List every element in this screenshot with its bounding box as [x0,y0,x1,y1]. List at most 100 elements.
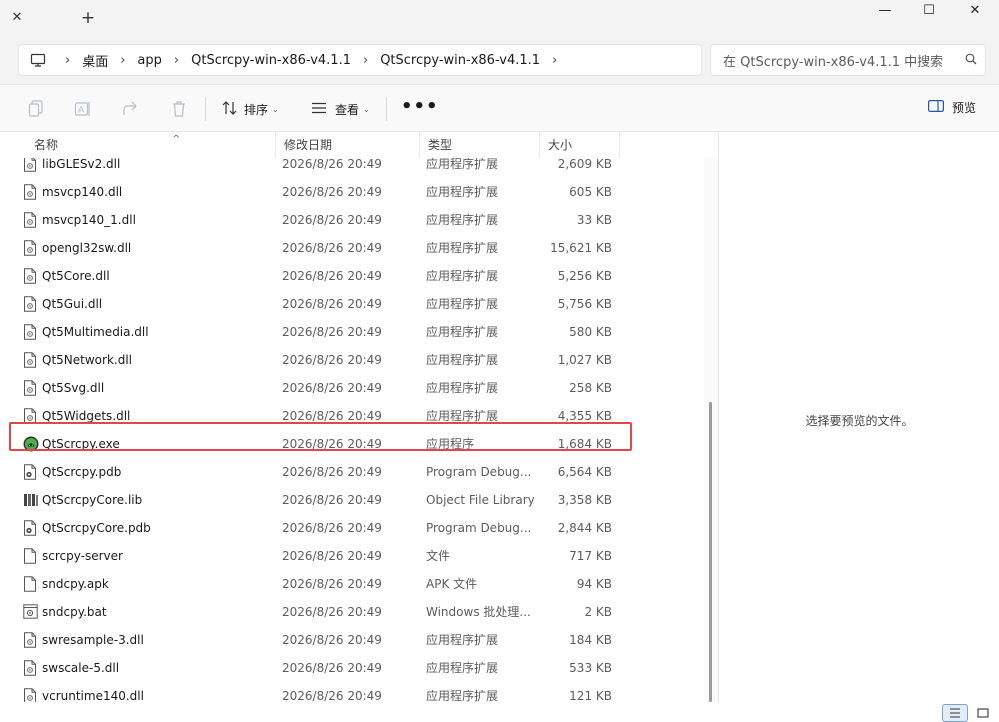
file-type: 应用程序扩展 [426,633,499,647]
file-row[interactable]: opengl32sw.dll 2026/8/26 20:49 应用程序扩展 15,62… [14,234,704,262]
breadcrumb-qtscrcpy-current[interactable]: QtScrcpy-win-x86-v4.1.1 [380,53,540,68]
sort-label: 排序 [244,102,269,117]
search-icon[interactable] [957,53,985,68]
file-date: 2026/8/26 20:49 [282,353,382,367]
breadcrumb-desktop[interactable]: 桌面 [82,51,108,70]
file-row[interactable]: swresample-3.dll 2026/8/26 20:49 应用程序扩展 184… [14,626,704,654]
dll-file-icon [23,156,39,172]
breadcrumb-qtscrcpy-parent[interactable]: QtScrcpy-win-x86-v4.1.1 [191,53,351,68]
dll-file-icon [23,324,39,340]
file-row[interactable]: msvcp140.dll 2026/8/26 20:49 应用程序扩展 605 KB [14,178,704,206]
file-row[interactable]: msvcp140_1.dll 2026/8/26 20:49 应用程序扩展 33 KB [14,206,704,234]
tab-close-icon[interactable]: ✕ [8,9,26,27]
lib-file-icon [23,492,39,508]
file-row[interactable]: QtScrcpy.pdb 2026/8/26 20:49 Program Debug… [14,458,704,486]
breadcrumb-app[interactable]: app [137,53,161,68]
new-tab-button[interactable]: + [78,8,98,28]
delete-icon[interactable] [169,99,189,119]
file-type: APK 文件 [426,577,478,591]
dll-file-icon [23,660,39,676]
column-header-date[interactable]: 修改日期 [276,132,420,158]
file-row[interactable]: Qt5Network.dll 2026/8/26 20:49 应用程序扩展 1,027… [14,346,704,374]
breadcrumb-separator[interactable]: › [363,53,368,68]
file-date: 2026/8/26 20:49 [282,381,382,395]
file-size: 1,027 KB [557,353,612,367]
file-row[interactable]: Qt5Gui.dll 2026/8/26 20:49 应用程序扩展 5,756 KB [14,290,704,318]
file-size: 5,756 KB [557,297,612,311]
details-view-button[interactable] [942,704,968,722]
close-window-button[interactable]: ✕ [952,0,998,24]
scrollbar-thumb[interactable] [709,402,712,702]
dll-file-icon [23,268,39,284]
pdb-file-icon [23,520,39,536]
file-size: 15,621 KB [550,241,612,255]
file-size: 184 KB [569,633,612,647]
copy-icon[interactable] [26,99,46,119]
breadcrumb-separator[interactable]: › [552,53,557,68]
file-name: msvcp140_1.dll [42,213,136,227]
file-name: Qt5Network.dll [42,353,132,367]
file-type: 应用程序扩展 [426,213,499,227]
file-date: 2026/8/26 20:49 [282,605,382,619]
file-type: 应用程序扩展 [426,241,499,255]
file-type: 应用程序扩展 [426,353,499,367]
breadcrumb-separator[interactable]: › [65,53,70,68]
file-type: 应用程序扩展 [426,661,499,675]
file-name: QtScrcpyCore.pdb [42,521,151,535]
file-name: scrcpy-server [42,549,123,563]
file-row[interactable]: sndcpy.apk 2026/8/26 20:49 APK 文件 94 KB [14,570,704,598]
preview-pane-icon [928,100,945,115]
file-row[interactable]: QtScrcpyCore.pdb 2026/8/26 20:49 Program D… [14,514,704,542]
file-row[interactable]: scrcpy-server 2026/8/26 20:49 文件 717 KB [14,542,704,570]
address-bar[interactable]: › 桌面 › app › QtScrcpy-win-x86-v4.1.1 › Q… [18,44,702,76]
column-header-type[interactable]: 类型 [420,132,540,158]
search-box[interactable]: 在 QtScrcpy-win-x86-v4.1.1 中搜索 [710,44,986,76]
file-row[interactable]: sndcpy.bat 2026/8/26 20:49 Windows 批处理... 2… [14,598,704,626]
highlight-box [9,422,632,451]
chevron-down-icon: ⌄ [363,104,370,114]
breadcrumb-separator[interactable]: › [120,53,125,68]
file-row[interactable]: QtScrcpyCore.lib 2026/8/26 20:49 Object Fi… [14,486,704,514]
file-size: 2,844 KB [557,521,612,535]
sort-ascending-icon: ^ [172,134,181,145]
file-size: 717 KB [569,549,612,563]
sort-button[interactable]: 排序 ⌄ [222,97,279,121]
title-bar: ✕ + — ☐ ✕ [0,0,999,36]
file-size: 533 KB [569,661,612,675]
breadcrumb-separator[interactable]: › [174,53,179,68]
navigation-bar: › 桌面 › app › QtScrcpy-win-x86-v4.1.1 › Q… [0,36,999,84]
more-options-button[interactable]: ••• [401,98,439,116]
file-date: 2026/8/26 20:49 [282,493,382,507]
search-input[interactable]: 在 QtScrcpy-win-x86-v4.1.1 中搜索 [723,51,957,70]
view-button[interactable]: 查看 ⌄ [311,97,370,121]
file-type: 文件 [426,549,451,563]
minimize-button[interactable]: — [862,0,908,24]
dll-file-icon [23,632,39,648]
preview-pane-button[interactable]: 预览 [928,99,976,116]
file-row[interactable]: Qt5Multimedia.dll 2026/8/26 20:49 应用程序扩展 58… [14,318,704,346]
pdb-file-icon [23,464,39,480]
file-size: 580 KB [569,325,612,339]
bat-file-icon [23,604,39,620]
file-size: 5,256 KB [557,269,612,283]
file-row[interactable]: Qt5Core.dll 2026/8/26 20:49 应用程序扩展 5,256 KB [14,262,704,290]
file-date: 2026/8/26 20:49 [282,297,382,311]
column-header-name[interactable]: 名称 ^ [26,132,276,158]
column-header-size[interactable]: 大小 [540,132,620,158]
file-date: 2026/8/26 20:49 [282,661,382,675]
maximize-button[interactable]: ☐ [906,0,952,24]
file-type: 应用程序扩展 [426,297,499,311]
chevron-down-icon: ⌄ [272,104,279,114]
file-name: swresample-3.dll [42,633,144,647]
share-icon[interactable] [121,99,141,119]
toolbar-divider [205,97,206,121]
computer-icon[interactable] [29,51,47,69]
file-name: Qt5Multimedia.dll [42,325,149,339]
file-type: 应用程序扩展 [426,381,499,395]
preview-label: 预览 [952,101,977,115]
file-row[interactable]: swscale-5.dll 2026/8/26 20:49 应用程序扩展 533 KB [14,654,704,682]
tiles-view-button[interactable] [970,704,996,722]
file-row[interactable]: Qt5Svg.dll 2026/8/26 20:49 应用程序扩展 258 KB [14,374,704,402]
dll-file-icon [23,240,39,256]
rename-icon[interactable]: A [73,99,93,119]
